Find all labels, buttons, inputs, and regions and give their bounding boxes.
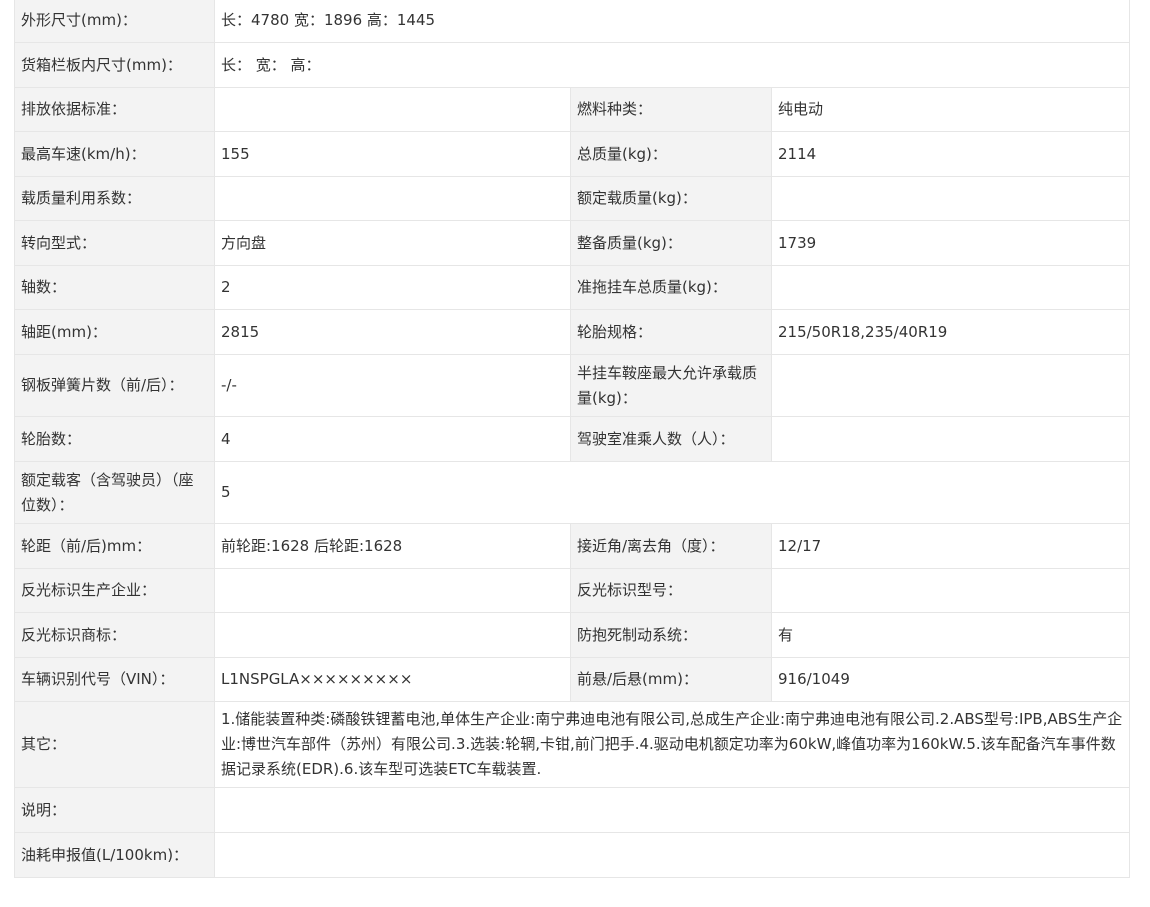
value-axle-count: 2 <box>214 265 571 310</box>
value-curb-weight: 1739 <box>771 220 1130 266</box>
label-reflective-maker: 反光标识生产企业： <box>14 568 215 613</box>
value-tire-spec: 215/50R18,235/40R19 <box>771 309 1130 355</box>
label-notes: 说明： <box>14 787 215 833</box>
table-row-dimensions: 外形尺寸(mm)： 长：4780 宽：1896 高：1445 <box>14 0 1130 43</box>
value-approach-departure: 12/17 <box>771 523 1130 569</box>
label-cargo-box: 货箱栏板内尺寸(mm)： <box>14 42 215 88</box>
value-fuel-type: 纯电动 <box>771 87 1130 132</box>
value-reflective-brand <box>214 612 571 658</box>
label-rated-passengers: 额定载客（含驾驶员）（座位数）： <box>14 461 215 524</box>
label-reflective-brand: 反光标识商标： <box>14 612 215 658</box>
label-wheelbase: 轴距(mm)： <box>14 309 215 355</box>
label-total-mass: 总质量(kg)： <box>570 131 772 177</box>
label-load-coefficient: 载质量利用系数： <box>14 176 215 221</box>
value-rated-load <box>771 176 1130 221</box>
value-max-speed: 155 <box>214 131 571 177</box>
table-row: 额定载客（含驾驶员）（座位数）： 5 <box>14 461 1130 524</box>
label-max-speed: 最高车速(km/h)： <box>14 131 215 177</box>
label-vin: 车辆识别代号（VIN）： <box>14 657 215 702</box>
label-trailer-mass: 准拖挂车总质量(kg)： <box>570 265 772 310</box>
value-rated-passengers: 5 <box>214 461 1130 524</box>
label-tire-count: 轮胎数： <box>14 416 215 462</box>
label-steering-type: 转向型式： <box>14 220 215 266</box>
label-reflective-model: 反光标识型号： <box>570 568 772 613</box>
value-trailer-mass <box>771 265 1130 310</box>
table-row: 说明： <box>14 787 1130 833</box>
label-curb-weight: 整备质量(kg)： <box>570 220 772 266</box>
label-fuel-consumption: 油耗申报值(L/100km)： <box>14 832 215 878</box>
value-load-coefficient <box>214 176 571 221</box>
value-steering-type: 方向盘 <box>214 220 571 266</box>
label-other: 其它： <box>14 701 215 788</box>
value-reflective-model <box>771 568 1130 613</box>
label-abs: 防抱死制动系统： <box>570 612 772 658</box>
label-fifth-wheel-load: 半挂车鞍座最大允许承载质量(kg)： <box>570 354 772 417</box>
value-reflective-maker <box>214 568 571 613</box>
table-row: 其它： 1.储能装置种类:磷酸铁锂蓄电池,单体生产企业:南宁弗迪电池有限公司,总… <box>14 701 1130 788</box>
table-row: 轴距(mm)： 2815 轮胎规格： 215/50R18,235/40R19 <box>14 309 1130 355</box>
value-track-width: 前轮距:1628 后轮距:1628 <box>214 523 571 569</box>
label-rated-load: 额定载质量(kg)： <box>570 176 772 221</box>
value-total-mass: 2114 <box>771 131 1130 177</box>
table-row: 转向型式： 方向盘 整备质量(kg)： 1739 <box>14 220 1130 266</box>
table-row: 轮距（前/后)mm： 前轮距:1628 后轮距:1628 接近角/离去角（度）：… <box>14 523 1130 569</box>
value-wheelbase: 2815 <box>214 309 571 355</box>
table-row: 钢板弹簧片数（前/后）： -/- 半挂车鞍座最大允许承载质量(kg)： <box>14 354 1130 417</box>
table-row-cargo-box: 货箱栏板内尺寸(mm)： 长： 宽： 高： <box>14 42 1130 88</box>
label-emission-standard: 排放依据标准： <box>14 87 215 132</box>
label-tire-spec: 轮胎规格： <box>570 309 772 355</box>
label-fuel-type: 燃料种类： <box>570 87 772 132</box>
table-row: 反光标识商标： 防抱死制动系统： 有 <box>14 612 1130 658</box>
vehicle-spec-table: 外形尺寸(mm)： 长：4780 宽：1896 高：1445 货箱栏板内尺寸(m… <box>14 0 1130 878</box>
label-track-width: 轮距（前/后)mm： <box>14 523 215 569</box>
label-axle-count: 轴数： <box>14 265 215 310</box>
label-leaf-springs: 钢板弹簧片数（前/后）： <box>14 354 215 417</box>
value-tire-count: 4 <box>214 416 571 462</box>
value-other: 1.储能装置种类:磷酸铁锂蓄电池,单体生产企业:南宁弗迪电池有限公司,总成生产企… <box>214 701 1130 788</box>
table-row: 车辆识别代号（VIN）： L1NSPGLA××××××××× 前悬/后悬(mm)… <box>14 657 1130 702</box>
value-overhang: 916/1049 <box>771 657 1130 702</box>
value-cab-occupants <box>771 416 1130 462</box>
table-row: 最高车速(km/h)： 155 总质量(kg)： 2114 <box>14 131 1130 177</box>
table-row: 反光标识生产企业： 反光标识型号： <box>14 568 1130 613</box>
value-cargo-box: 长： 宽： 高： <box>214 42 1130 88</box>
label-dimensions: 外形尺寸(mm)： <box>14 0 215 43</box>
value-emission-standard <box>214 87 571 132</box>
table-row: 载质量利用系数： 额定载质量(kg)： <box>14 176 1130 221</box>
value-vin: L1NSPGLA××××××××× <box>214 657 571 702</box>
label-approach-departure: 接近角/离去角（度）： <box>570 523 772 569</box>
value-leaf-springs: -/- <box>214 354 571 417</box>
table-row: 轴数： 2 准拖挂车总质量(kg)： <box>14 265 1130 310</box>
value-dimensions: 长：4780 宽：1896 高：1445 <box>214 0 1130 43</box>
value-abs: 有 <box>771 612 1130 658</box>
label-cab-occupants: 驾驶室准乘人数（人）： <box>570 416 772 462</box>
label-overhang: 前悬/后悬(mm)： <box>570 657 772 702</box>
table-row: 排放依据标准： 燃料种类： 纯电动 <box>14 87 1130 132</box>
value-fuel-consumption <box>214 832 1130 878</box>
table-row: 油耗申报值(L/100km)： <box>14 832 1130 878</box>
table-row: 轮胎数： 4 驾驶室准乘人数（人）： <box>14 416 1130 462</box>
value-fifth-wheel-load <box>771 354 1130 417</box>
value-notes <box>214 787 1130 833</box>
